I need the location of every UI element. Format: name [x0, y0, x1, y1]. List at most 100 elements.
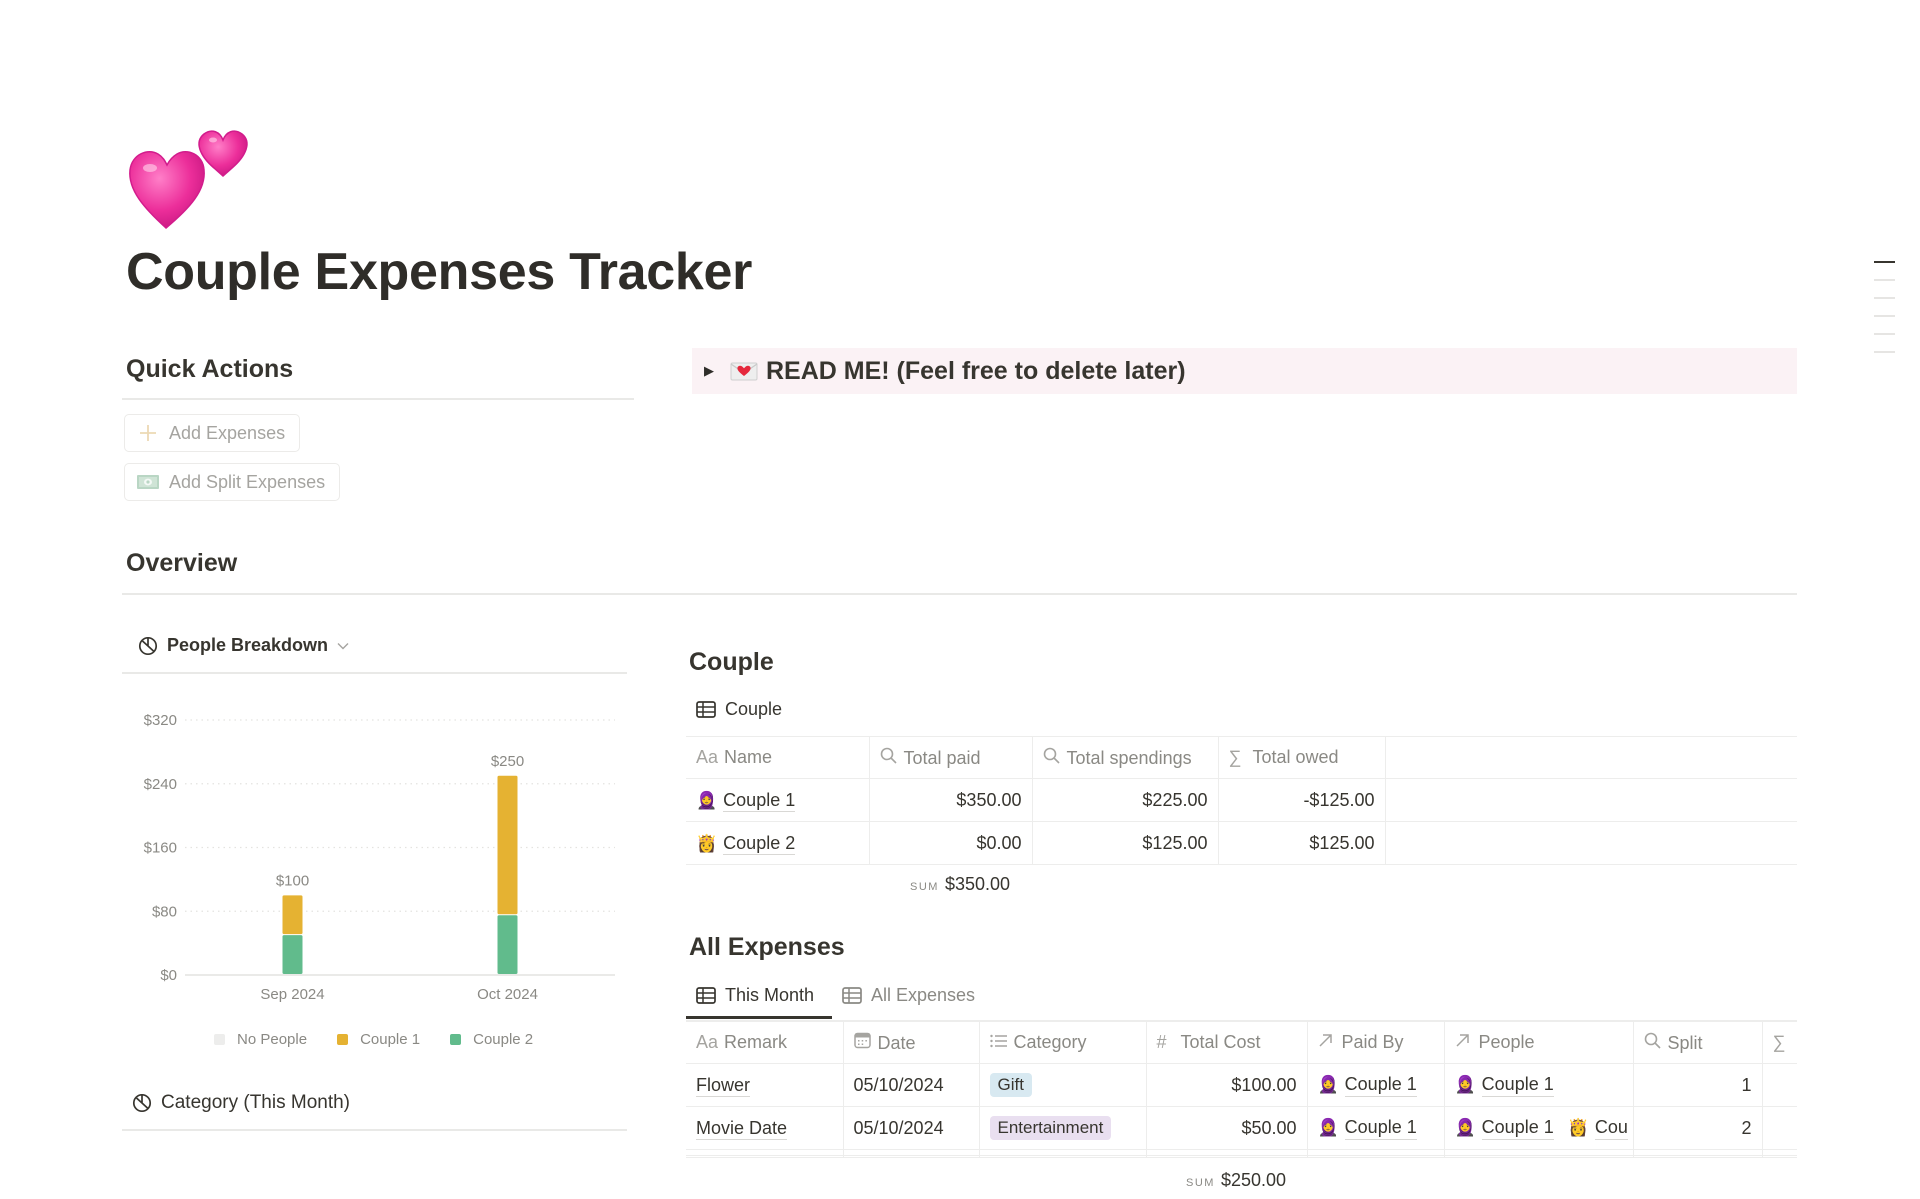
people-breakdown-title: People Breakdown	[167, 635, 329, 655]
legend-item[interactable]: Couple 2	[450, 1031, 533, 1048]
category-chart-divider	[122, 1129, 627, 1131]
column-header-total-owed[interactable]: ∑ Total owed	[1217, 736, 1386, 779]
overview-heading: Overview	[126, 549, 238, 577]
add-split-expenses-button[interactable]: Add Split Expenses	[124, 463, 341, 501]
person-chip[interactable]: 🧕 Couple 1	[1455, 1074, 1554, 1097]
column-header-total-spendings[interactable]: Total spendings	[1031, 736, 1219, 779]
couple-view-tab[interactable]: Couple	[696, 699, 782, 720]
add-expenses-label: Add Expenses	[169, 422, 286, 443]
column-header-name[interactable]: Aa Name	[686, 736, 870, 779]
tab-this-month[interactable]: This Month	[696, 985, 814, 1006]
person-emoji-icon: 🧕	[1454, 1075, 1476, 1094]
column-header-date[interactable]: Date	[842, 1021, 980, 1064]
couple-table-header: Aa Name Total paid Total spendings ∑ Total…	[686, 736, 1797, 779]
total-cost-sum[interactable]: SUM $250.00	[1186, 1170, 1286, 1191]
person-emoji-icon: 👸	[1567, 1118, 1589, 1137]
quick-actions-divider	[122, 398, 634, 400]
tab-all-expenses[interactable]: All Expenses	[842, 985, 975, 1006]
search-icon	[1043, 747, 1061, 769]
column-header-formula[interactable]: ∑	[1761, 1021, 1797, 1064]
toc-item[interactable]	[1874, 315, 1895, 317]
column-header-people[interactable]: People	[1443, 1021, 1634, 1064]
text-type-icon: Aa	[696, 747, 719, 767]
couple-name[interactable]: Couple 1	[723, 789, 796, 812]
toc-item[interactable]	[1874, 261, 1895, 263]
bar-segment	[282, 895, 303, 935]
category-tag: Entertainment	[989, 1116, 1112, 1140]
active-tab-underline	[686, 1016, 832, 1019]
couple-name[interactable]: Couple 2	[723, 832, 796, 855]
remark-cell[interactable]: Flower	[696, 1074, 751, 1097]
legend-item[interactable]: No People	[214, 1031, 307, 1048]
column-header-paid-by[interactable]: Paid By	[1306, 1021, 1445, 1064]
y-tick-label: $80	[152, 903, 177, 920]
column-header-remark[interactable]: Aa Remark	[686, 1021, 844, 1064]
x-tick-label: Oct 2024	[477, 986, 538, 1003]
table-row[interactable]: 🧕 Couple 1 $350.00 $225.00 -$125.00	[686, 778, 1797, 822]
sum-value: $350.00	[944, 874, 1011, 894]
list-icon	[989, 1032, 1008, 1053]
add-expenses-button[interactable]: Add Expenses	[124, 414, 301, 452]
quick-actions-heading: Quick Actions	[126, 355, 294, 383]
table-row[interactable]: Flower 05/10/2024 Gift $100.00 🧕 Couple 1 🧕 Cou…	[686, 1063, 1797, 1107]
table-bottom-border	[686, 1155, 1797, 1156]
person-chip[interactable]: 🧕 Couple 1	[1318, 1074, 1417, 1097]
table-row[interactable]: Movie Date 05/10/2024 Entertainment $50.00 🧕…	[686, 1106, 1797, 1150]
person-chip[interactable]: 🧕 Couple 1	[1318, 1117, 1417, 1140]
sum-label: SUM	[910, 881, 939, 893]
legend-item[interactable]: Couple 1	[337, 1031, 420, 1048]
date-cell: 05/10/2024	[842, 1063, 980, 1107]
bar-segment	[497, 915, 518, 974]
table-row-partial[interactable]	[686, 1149, 1797, 1158]
bar-segment	[282, 935, 303, 974]
toc-item[interactable]	[1874, 351, 1895, 353]
category-cell: Entertainment	[978, 1106, 1147, 1150]
bar-total-label: $250	[491, 753, 524, 770]
total-owed-cell: -$125.00	[1217, 778, 1386, 822]
table-icon	[842, 987, 862, 1004]
column-header-total-cost[interactable]: # Total Cost	[1145, 1021, 1308, 1064]
paid-by-cell: 🧕 Couple 1	[1306, 1063, 1445, 1107]
sigma-icon: ∑	[1772, 1032, 1786, 1052]
chevron-down-icon[interactable]	[337, 639, 349, 653]
person-chip[interactable]: 👸 Cou	[1568, 1117, 1628, 1140]
chart-legend: No People Couple 1 Couple 2	[214, 1031, 563, 1048]
couple-view-label: Couple	[725, 699, 783, 719]
total-spendings-cell: $125.00	[1031, 821, 1219, 865]
column-header-split[interactable]: Split	[1632, 1021, 1763, 1064]
people-cell: 🧕 Couple 1 👸 Cou	[1443, 1106, 1634, 1150]
sum-label: SUM	[1186, 1177, 1215, 1189]
sum-value: $250.00	[1220, 1170, 1287, 1190]
love-letter-icon	[730, 360, 758, 382]
couple-sum[interactable]: SUM $350.00	[910, 874, 1010, 895]
y-tick-label: $0	[160, 967, 177, 984]
category-cell: Gift	[978, 1063, 1147, 1107]
person-chip[interactable]: 🧕 Couple 1	[1455, 1117, 1554, 1140]
add-split-expenses-label: Add Split Expenses	[169, 471, 326, 492]
column-header-total-paid[interactable]: Total paid	[868, 736, 1033, 779]
couple-heading: Couple	[689, 648, 774, 676]
legend-label: Couple 2	[473, 1031, 534, 1048]
category-chart-header[interactable]: Category (This Month)	[132, 1092, 350, 1114]
overview-divider	[122, 593, 1797, 595]
bar-total-label: $100	[276, 872, 309, 889]
column-header-category[interactable]: Category	[978, 1021, 1147, 1064]
relation-arrow-icon	[1318, 1032, 1336, 1053]
toc-item[interactable]	[1874, 333, 1895, 335]
remark-cell[interactable]: Movie Date	[696, 1117, 788, 1140]
read-me-title: READ ME! (Feel free to delete later)	[766, 356, 1186, 385]
toc-item[interactable]	[1874, 279, 1895, 281]
page-icon-two-hearts[interactable]	[124, 116, 254, 236]
table-row[interactable]: 👸 Couple 2 $0.00 $125.00 $125.00	[686, 821, 1797, 865]
search-icon	[1644, 1032, 1662, 1054]
toggle-triangle-icon[interactable]: ▶	[704, 363, 718, 379]
person-emoji-icon: 🧕	[1317, 1075, 1339, 1094]
people-breakdown-view-selector[interactable]: People Breakdown	[138, 635, 349, 656]
bar-segment	[497, 775, 518, 915]
legend-swatch	[450, 1034, 462, 1045]
legend-swatch	[214, 1034, 225, 1045]
pie-chart-icon	[138, 636, 158, 655]
read-me-toggle[interactable]: ▶ READ ME! (Feel free to delete later)	[692, 348, 1797, 394]
people-breakdown-chart: $0 $80 $160 $240 $320 $100 Sep 2024 $250 Oct 202…	[144, 712, 615, 1003]
toc-item[interactable]	[1874, 297, 1895, 299]
